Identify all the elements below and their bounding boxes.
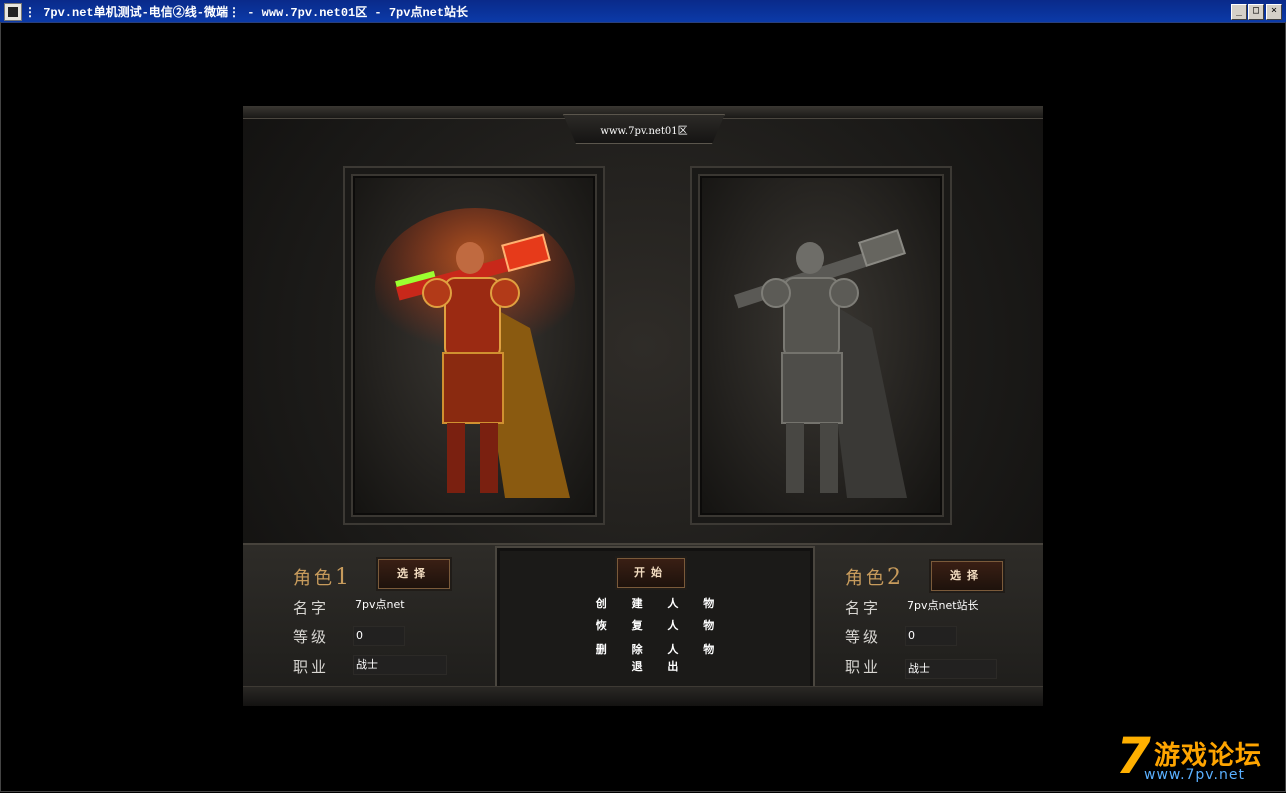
delete-char-2: 人 [667, 643, 679, 656]
character-select-panel: www.7pv.net01区 角色1 选择 名字 7pv点net 等级 0 职业… [243, 106, 1043, 706]
start-button[interactable]: 开始 [617, 558, 685, 588]
bottom-decor-strip [243, 686, 1043, 706]
role-2-class-value: 战士 [905, 659, 997, 679]
exit-button[interactable]: 退 出 [497, 658, 813, 674]
create-char-2: 人 [667, 597, 679, 610]
role-1-name-value: 7pv点net [355, 598, 405, 611]
maximize-button[interactable]: □ [1248, 4, 1264, 20]
warrior-figure-grey [734, 229, 907, 498]
create-char-3: 物 [703, 597, 715, 610]
role-1-number: 1 [335, 565, 352, 590]
exit-char-0: 退 [631, 660, 643, 673]
window-title: ⋮ 7pv.net单机测试-电信②线-微端⋮ - www.7pv.net01区 … [24, 6, 469, 20]
role-2-name-value: 7pv点net站长 [907, 599, 979, 612]
restore-char-1: 复 [631, 619, 643, 632]
character-frame-2[interactable] [690, 166, 952, 525]
create-char-1: 建 [631, 597, 643, 610]
server-label: www.7pv.net01区 [600, 126, 688, 137]
role-1-level-value: 0 [353, 626, 405, 646]
restore-char-3: 物 [703, 619, 715, 632]
restore-character-button[interactable]: 恢 复 人 物 [497, 617, 813, 633]
role-2-level-label: 等级 [845, 628, 882, 646]
delete-character-button[interactable]: 删 除 人 物 [497, 641, 813, 657]
role-1-name-label: 名字 [293, 599, 330, 617]
role-2-name-label: 名字 [845, 599, 882, 617]
select-role-2-button[interactable]: 选择 [931, 561, 1003, 591]
site-watermark: 7 游戏论坛 www.7pv.net [1116, 731, 1286, 786]
select-role-1-button[interactable]: 选择 [378, 559, 450, 589]
restore-char-0: 恢 [595, 619, 607, 632]
delete-char-0: 删 [595, 643, 607, 656]
center-menu-box: 开始 创 建 人 物 恢 复 人 物 删 除 人 物 退 出 [495, 546, 815, 700]
watermark-url: www.7pv.net [1144, 767, 1245, 783]
restore-char-2: 人 [667, 619, 679, 632]
exit-char-1: 出 [667, 660, 679, 673]
role-1-class-label: 职业 [293, 658, 330, 676]
character-frame-1[interactable] [343, 166, 605, 525]
delete-char-3: 物 [703, 643, 715, 656]
role-2-level-value: 0 [905, 626, 957, 646]
role-2-number: 2 [887, 565, 904, 590]
delete-char-1: 除 [631, 643, 643, 656]
window-titlebar: ⋮ 7pv.net单机测试-电信②线-微端⋮ - www.7pv.net01区 … [0, 0, 1286, 23]
create-character-button[interactable]: 创 建 人 物 [497, 595, 813, 611]
role-2-title: 角色2 [845, 564, 904, 590]
close-button[interactable]: × [1266, 4, 1282, 20]
create-char-0: 创 [595, 597, 607, 610]
role-2-class-label: 职业 [845, 658, 882, 676]
warrior-figure-red [375, 208, 575, 498]
app-icon[interactable] [4, 3, 22, 21]
server-plate: www.7pv.net01区 [563, 114, 725, 144]
role-2-title-prefix: 角色 [845, 568, 887, 589]
role-1-title-prefix: 角色 [293, 568, 335, 589]
role-1-level-label: 等级 [293, 628, 330, 646]
role-1-class-value: 战士 [353, 655, 447, 675]
role-1-title: 角色1 [293, 564, 352, 590]
minimize-button[interactable]: _ [1231, 4, 1247, 20]
